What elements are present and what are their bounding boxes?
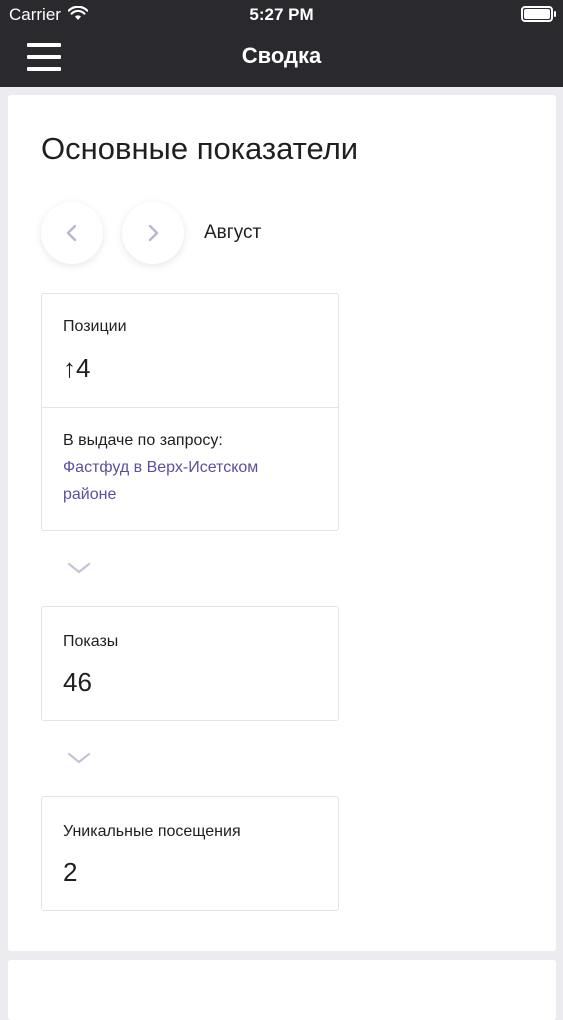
unique-visits-value: 2 xyxy=(63,857,78,887)
battery-icon xyxy=(521,6,556,22)
page-title: Сводка xyxy=(241,43,322,68)
divider xyxy=(42,407,338,408)
chevron-left-icon xyxy=(66,224,77,242)
top-bar: Carrier 5:27 PM Сводка xyxy=(0,0,563,87)
query-label: В выдаче по запросу: xyxy=(63,432,223,449)
positions-value: ↑4 xyxy=(63,353,90,384)
status-time: 5:27 PM xyxy=(249,5,314,24)
query-link[interactable]: Фастфуд в Верх-Исетском районе xyxy=(63,454,303,508)
impressions-label: Показы xyxy=(63,633,119,650)
impressions-card: Показы 46 xyxy=(41,606,339,721)
expand-impressions-button[interactable] xyxy=(65,749,93,767)
unique-visits-card: Уникальные посещения 2 xyxy=(41,796,339,911)
month-label: Август xyxy=(204,222,262,243)
arrow-up-icon: ↑ xyxy=(63,353,76,383)
expand-positions-button[interactable] xyxy=(65,559,93,577)
impressions-value: 46 xyxy=(63,667,92,697)
prev-month-button[interactable] xyxy=(41,202,103,264)
positions-number: 4 xyxy=(76,353,91,383)
positions-card: Позиции ↑4 В выдаче по запросу: Фастфуд … xyxy=(41,293,339,531)
chevron-down-icon xyxy=(67,752,91,764)
next-card xyxy=(8,960,556,1020)
status-bar: Carrier 5:27 PM xyxy=(0,0,563,30)
unique-visits-label: Уникальные посещения xyxy=(63,823,241,840)
next-month-button[interactable] xyxy=(122,202,184,264)
summary-card: Основные показатели Август Позиции ↑4 В … xyxy=(8,95,556,951)
chevron-right-icon xyxy=(148,224,159,242)
section-title: Основные показатели xyxy=(41,131,359,166)
chevron-down-icon xyxy=(67,562,91,574)
positions-label: Позиции xyxy=(63,318,127,335)
